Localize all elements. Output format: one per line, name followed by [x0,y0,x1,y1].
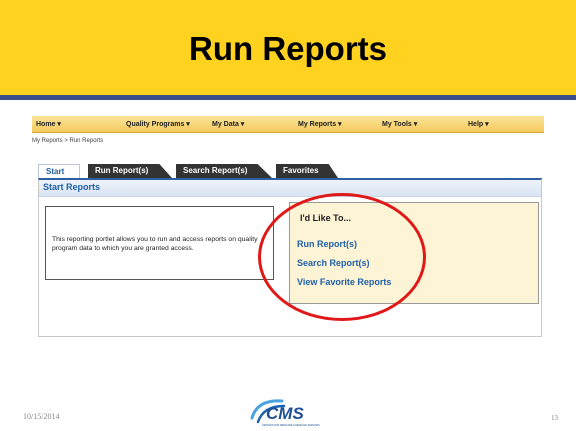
slide-title: Run Reports [189,30,387,67]
panel-title: Start Reports [43,182,101,192]
page-number: 13 [551,414,558,422]
tab-start[interactable]: Start [38,164,80,179]
portal-screenshot: Home ▾ Quality Programs ▾ My Data ▾ My R… [32,116,544,338]
run-reports-link[interactable]: Run Report(s) [297,239,357,249]
nav-quality-programs[interactable]: Quality Programs ▾ [126,120,190,128]
cms-logo: CMS CENTERS FOR MEDICARE & MEDICAID SERV… [250,399,320,427]
breadcrumb[interactable]: My Reports > Run Reports [32,138,103,144]
quick-links-box: I'd Like To... Run Report(s) Search Repo… [289,202,539,304]
tab-favorites[interactable]: Favorites [276,164,338,178]
tab-search-reports[interactable]: Search Report(s) [176,164,272,178]
nav-my-reports[interactable]: My Reports ▾ [298,120,342,128]
quick-links-heading: I'd Like To... [300,213,351,223]
cms-logo-subtext: CENTERS FOR MEDICARE & MEDICAID SERVICES [262,424,320,427]
top-navbar: Home ▾ Quality Programs ▾ My Data ▾ My R… [32,116,544,133]
view-favorite-reports-link[interactable]: View Favorite Reports [297,277,391,287]
start-reports-panel: Start Reports This reporting portlet all… [38,178,542,337]
nav-my-data[interactable]: My Data ▾ [212,120,244,128]
nav-help[interactable]: Help ▾ [468,120,489,128]
search-reports-link[interactable]: Search Report(s) [297,258,370,268]
cms-logo-text: CMS [266,404,304,423]
nav-my-tools[interactable]: My Tools ▾ [382,120,417,128]
tab-run-reports[interactable]: Run Report(s) [88,164,172,178]
description-box: This reporting portlet allows you to run… [45,206,274,280]
nav-home[interactable]: Home ▾ [36,120,61,128]
description-text: This reporting portlet allows you to run… [52,236,258,252]
panel-header: Start Reports [39,180,541,197]
slide-header: Run Reports [0,0,576,100]
slide-date: 10/15/2014 [23,412,60,421]
